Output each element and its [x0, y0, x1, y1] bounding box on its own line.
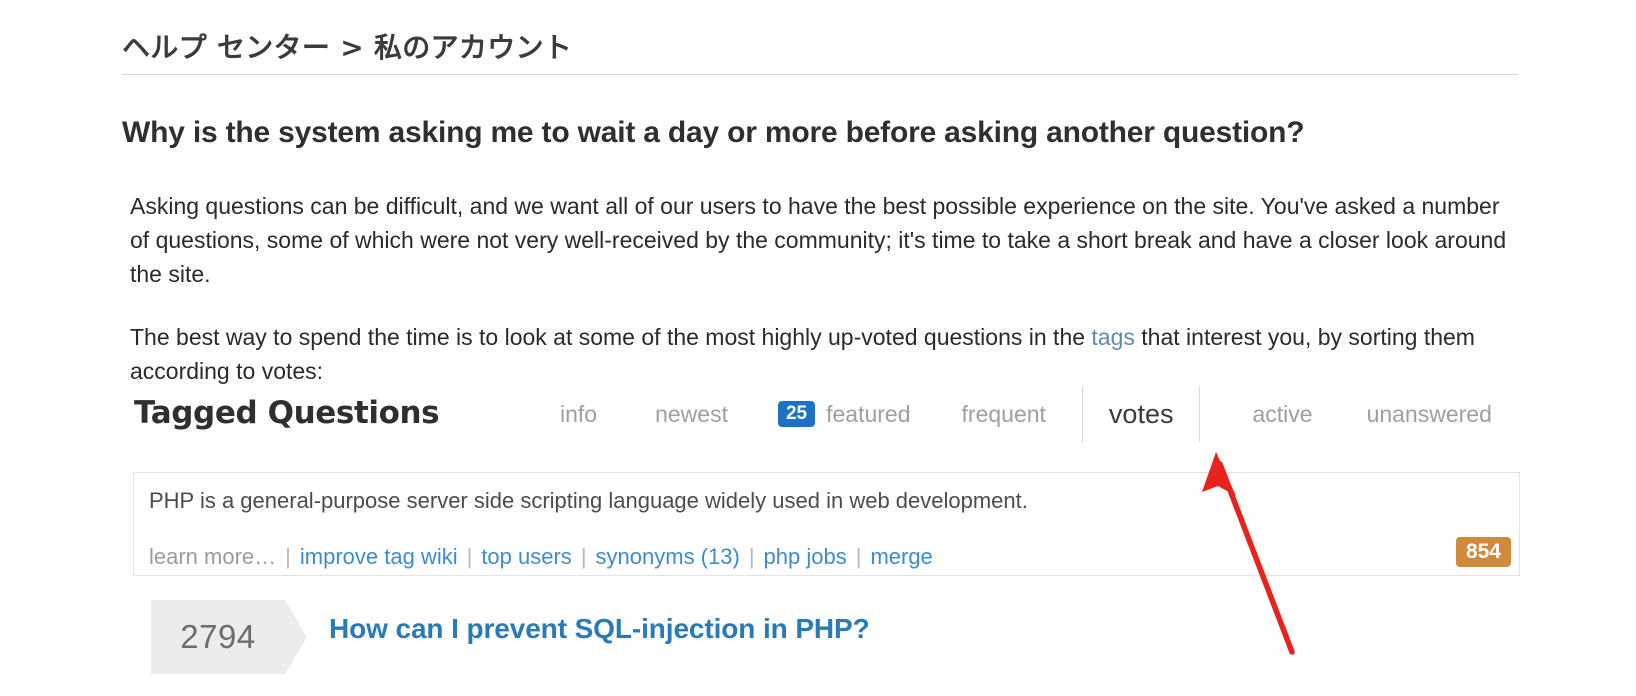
tag-wiki-description: PHP is a general-purpose server side scr…	[149, 488, 1028, 513]
tagged-questions-header: Tagged Questions info newest 25 featured…	[130, 378, 1520, 450]
embedded-screenshot: Tagged Questions info newest 25 featured…	[130, 378, 1520, 696]
breadcrumb-divider	[122, 74, 1518, 75]
tab-unanswered[interactable]: unanswered	[1367, 401, 1492, 428]
tag-wiki-links: learn more… | improve tag wiki | top use…	[149, 544, 933, 570]
php-jobs-link[interactable]: php jobs	[764, 544, 847, 570]
link-separator: |	[748, 544, 755, 569]
tags-link[interactable]: tags	[1091, 324, 1134, 350]
vote-count: 2794	[180, 618, 256, 655]
learn-more-link[interactable]: learn more…	[149, 544, 276, 570]
tab-votes[interactable]: votes	[1083, 399, 1200, 430]
tag-score-badge: 854	[1455, 537, 1511, 567]
question-title-link[interactable]: How can I prevent SQL-injection in PHP?	[329, 613, 870, 645]
tag-wiki-box: PHP is a general-purpose server side scr…	[133, 472, 1520, 576]
article-paragraph-1: Asking questions can be difficult, and w…	[130, 193, 1507, 287]
question-row: 2794 How can I prevent SQL-injection in …	[133, 600, 1520, 696]
tab-active[interactable]: active	[1252, 401, 1312, 428]
page-title: Why is the system asking me to wait a da…	[122, 116, 1305, 150]
help-center-page: ヘルプ センター > 私のアカウント Why is the system ask…	[0, 0, 1636, 696]
top-users-link[interactable]: top users	[481, 544, 572, 570]
link-separator: |	[466, 544, 473, 569]
tab-divider-right	[1199, 386, 1201, 442]
tab-bar: info newest 25 featured frequent votes a…	[560, 378, 1492, 450]
breadcrumb[interactable]: ヘルプ センター > 私のアカウント	[122, 26, 572, 66]
tab-info[interactable]: info	[560, 401, 597, 428]
synonyms-link[interactable]: synonyms (13)	[596, 544, 740, 570]
tab-newest[interactable]: newest	[655, 401, 728, 428]
link-separator: |	[580, 544, 587, 569]
merge-link[interactable]: merge	[870, 544, 932, 570]
paragraph-2-text-before: The best way to spend the time is to loo…	[130, 324, 1092, 350]
tab-featured[interactable]: 25 featured	[777, 400, 911, 428]
vote-box-arrow-icon	[285, 600, 307, 674]
tab-votes-wrapper: votes	[1081, 386, 1201, 442]
improve-tag-wiki-link[interactable]: improve tag wiki	[300, 544, 458, 570]
link-separator: |	[855, 544, 862, 569]
vote-count-box: 2794	[151, 600, 285, 674]
tab-frequent[interactable]: frequent	[962, 401, 1046, 428]
featured-count-badge: 25	[777, 401, 816, 427]
tagged-questions-title: Tagged Questions	[134, 395, 440, 431]
tab-featured-label: featured	[826, 400, 911, 427]
link-separator: |	[285, 544, 291, 569]
